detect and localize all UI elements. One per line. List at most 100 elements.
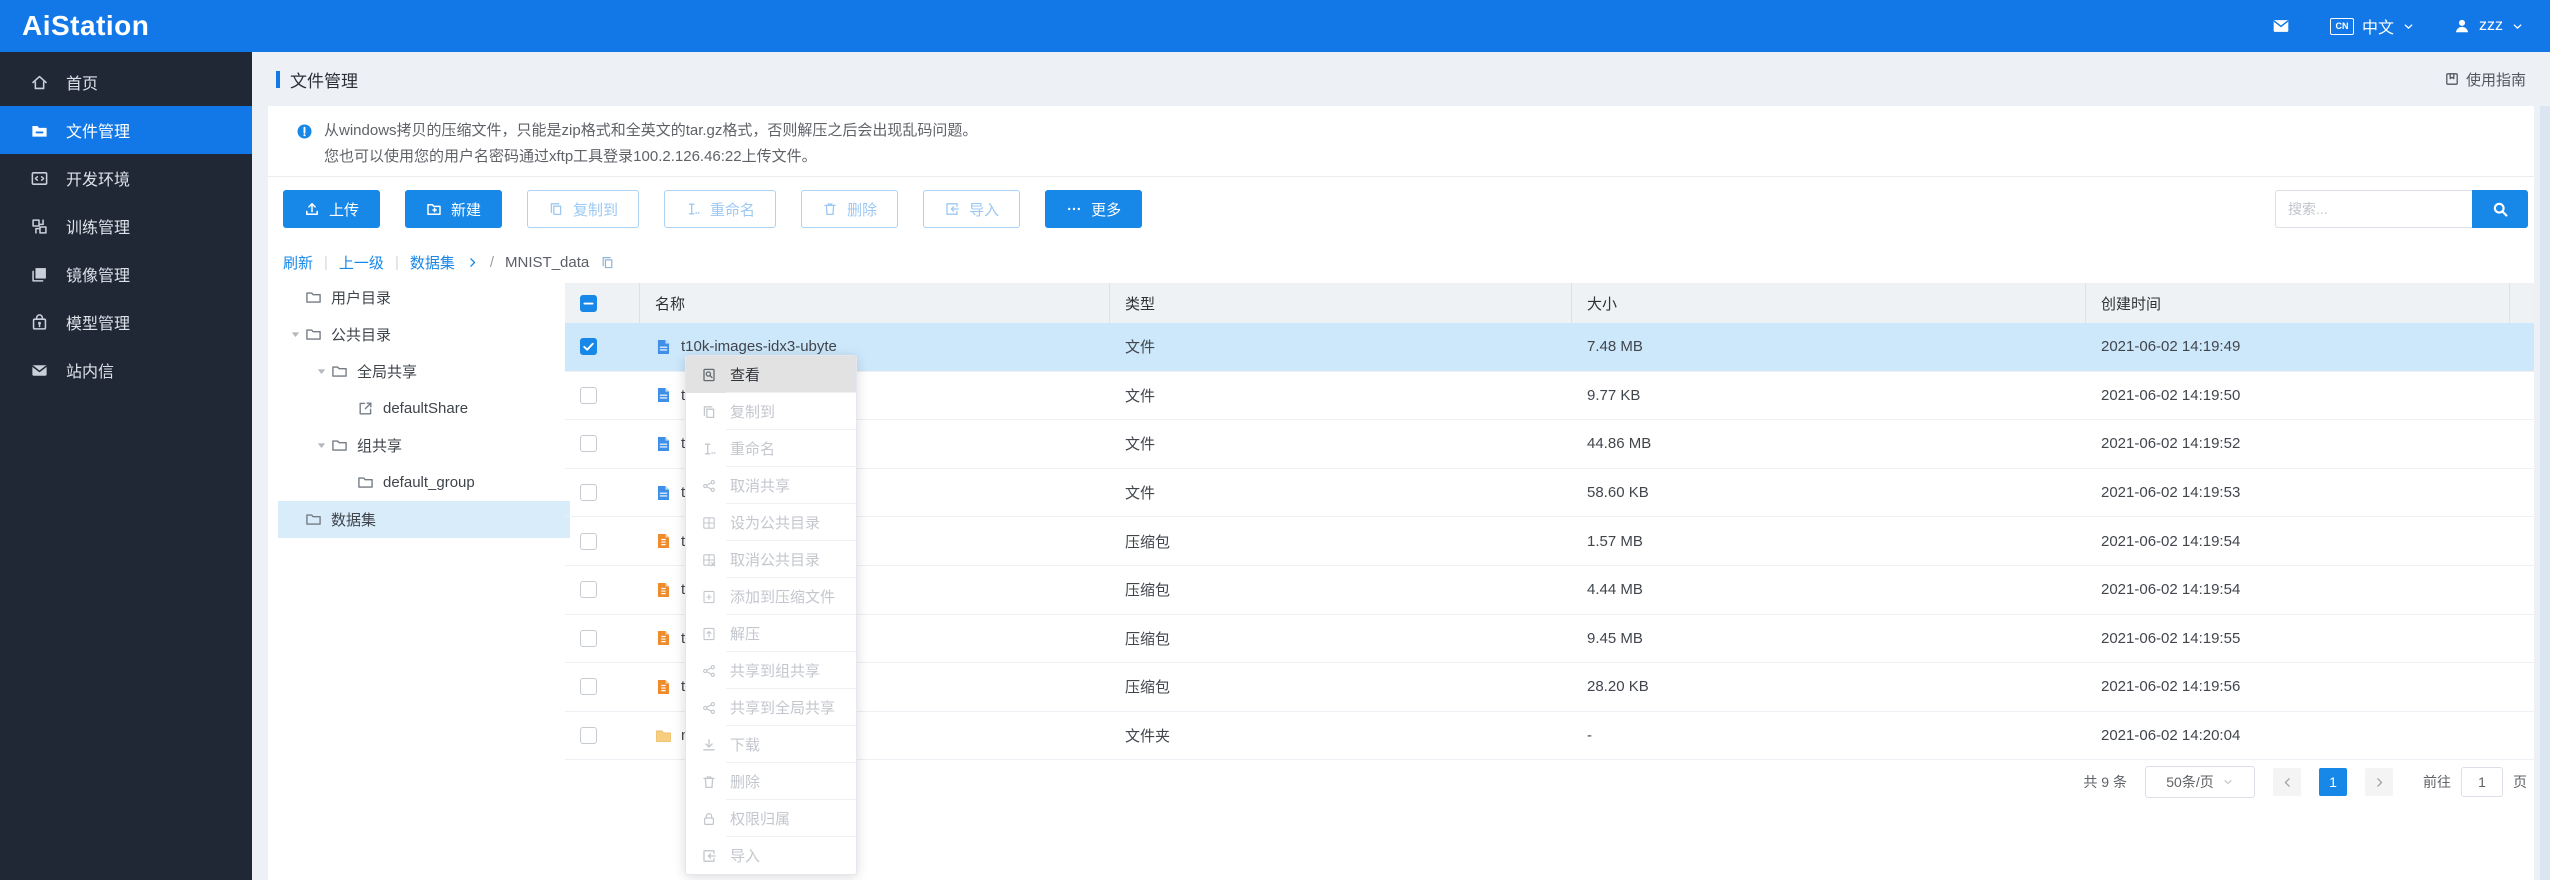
row-checkbox[interactable]: [580, 581, 597, 599]
row-checkbox[interactable]: [580, 532, 597, 550]
context-menu-item-13[interactable]: 导入: [686, 836, 856, 874]
table-row-7[interactable]: train压缩包28.20 KB2021-06-02 14:19:56: [565, 663, 2534, 712]
context-menu-item-12[interactable]: 权限归属: [686, 799, 856, 837]
table-row-2[interactable]: train文件44.86 MB2021-06-02 14:19:52: [565, 420, 2534, 469]
context-menu-item-2[interactable]: 重命名: [686, 429, 856, 467]
cell-size: 1.57 MB: [1587, 532, 1643, 550]
training-icon: [30, 217, 49, 236]
context-menu-item-6[interactable]: 添加到压缩文件: [686, 577, 856, 615]
sidebar-item-6[interactable]: 站内信: [0, 346, 252, 394]
file-archive-icon: [655, 532, 672, 550]
cell-size: 9.45 MB: [1587, 629, 1643, 647]
context-menu-item-10[interactable]: 下载: [686, 725, 856, 763]
row-checkbox[interactable]: [580, 338, 597, 356]
context-menu-item-8[interactable]: 共享到组共享: [686, 651, 856, 689]
sidebar-item-0[interactable]: 首页: [0, 58, 252, 106]
select-all-checkbox[interactable]: [580, 294, 597, 312]
user-menu[interactable]: zzz: [2453, 17, 2524, 35]
up-level-link[interactable]: 上一级: [339, 252, 384, 273]
context-menu: 查看复制到重命名 取消共享 设为公共目录 取消公共目录添加到压缩文件解压 共享到组共享共…: [685, 355, 857, 875]
context-menu-item-0[interactable]: 查看: [686, 356, 856, 393]
sidebar: 首页文件管理 开发环境 训练管理 镜像管理 模型管理 站内信: [0, 52, 252, 880]
menu-item-label: 删除: [730, 774, 761, 791]
row-checkbox[interactable]: [580, 629, 597, 647]
search-input[interactable]: [2275, 190, 2472, 228]
model-icon: [30, 313, 49, 332]
menu-item-label: 添加到压缩文件: [730, 589, 836, 606]
cell-type: 文件夹: [1125, 728, 1171, 746]
page-size-select[interactable]: 50条/页: [2145, 766, 2255, 798]
menu-download-icon: [701, 737, 717, 753]
prev-page-button[interactable]: [2273, 768, 2301, 796]
breadcrumb-separator: |: [394, 253, 399, 271]
sidebar-item-3[interactable]: 训练管理: [0, 202, 252, 250]
tree-item-1[interactable]: 公共目录: [278, 316, 570, 353]
new-folder-button[interactable]: 新建: [405, 190, 503, 228]
tree-item-label: 全局共享: [357, 364, 418, 381]
context-menu-item-1[interactable]: 复制到: [686, 392, 856, 430]
more-button[interactable]: 更多: [1045, 190, 1143, 228]
context-menu-item-7[interactable]: 解压: [686, 614, 856, 652]
table-row-4[interactable]: t10k压缩包1.57 MB2021-06-02 14:19:54: [565, 517, 2534, 566]
delete-button[interactable]: 删除: [801, 190, 899, 228]
context-menu-item-9[interactable]: 共享到全局共享: [686, 688, 856, 726]
menu-item-label: 查看: [730, 367, 761, 384]
context-menu-item-11[interactable]: 删除: [686, 762, 856, 800]
table-row-8[interactable]: mnis文件夹-2021-06-02 14:20:04: [565, 712, 2534, 761]
copy-path-icon[interactable]: [600, 255, 615, 270]
row-checkbox[interactable]: [580, 484, 597, 502]
row-checkbox[interactable]: [580, 678, 597, 696]
mail-icon[interactable]: [2270, 17, 2292, 35]
sidebar-item-1[interactable]: 文件管理: [0, 106, 252, 154]
menu-item-label: 权限归属: [730, 811, 791, 828]
table-row-5[interactable]: t10k压缩包4.44 MB2021-06-02 14:19:54: [565, 566, 2534, 615]
context-menu-item-4[interactable]: 设为公共目录: [686, 503, 856, 541]
page-number-button[interactable]: 1: [2319, 768, 2347, 796]
breadcrumb-root[interactable]: 数据集: [410, 252, 455, 273]
chevron-left-icon: [2281, 776, 2294, 789]
tree-item-4[interactable]: 组共享: [278, 427, 570, 464]
upload-button[interactable]: 上传: [283, 190, 381, 228]
goto-page-input[interactable]: [2461, 767, 2503, 797]
tree-item-0[interactable]: 用户目录: [278, 279, 570, 316]
next-page-button[interactable]: [2365, 768, 2393, 796]
copy-button[interactable]: 复制到: [527, 190, 640, 228]
page-scrollbar[interactable]: [2540, 106, 2550, 880]
tree-folder-icon: [305, 326, 322, 343]
caret-down-icon[interactable]: [312, 439, 331, 452]
row-checkbox[interactable]: [580, 727, 597, 745]
user-guide-link[interactable]: 使用指南: [2444, 69, 2526, 90]
sidebar-item-4[interactable]: 镜像管理: [0, 250, 252, 298]
row-checkbox[interactable]: [580, 435, 597, 453]
file-doc-icon: [655, 338, 672, 356]
table-row-6[interactable]: train压缩包9.45 MB2021-06-02 14:19:55: [565, 615, 2534, 664]
sidebar-item-2[interactable]: 开发环境: [0, 154, 252, 202]
import-button[interactable]: 导入: [923, 190, 1021, 228]
sidebar-item-label: 首页: [66, 76, 99, 93]
tree-item-6[interactable]: 数据集: [278, 501, 570, 538]
table-row-1[interactable]: t10k文件9.77 KB2021-06-02 14:19:50: [565, 372, 2534, 421]
table-row-0[interactable]: t10k-images-idx3-ubyte 文件 7.48 MB 2021-06-0…: [565, 323, 2534, 372]
user-avatar-icon: [2453, 17, 2471, 35]
table-row-3[interactable]: train文件58.60 KB2021-06-02 14:19:53: [565, 469, 2534, 518]
refresh-link[interactable]: 刷新: [283, 252, 313, 273]
tree-item-5[interactable]: default_group: [278, 464, 570, 501]
cell-created: 2021-06-02 14:19:56: [2101, 678, 2241, 696]
tree-item-label: 公共目录: [331, 327, 392, 344]
breadcrumb: 刷新 | 上一级 | 数据集 / MNIST_data: [283, 250, 615, 274]
copy-icon: [701, 404, 717, 420]
language-switcher[interactable]: CN 中文: [2329, 14, 2415, 38]
row-checkbox[interactable]: [580, 386, 597, 404]
tree-item-3[interactable]: defaultShare: [278, 390, 570, 427]
sidebar-item-5[interactable]: 模型管理: [0, 298, 252, 346]
menu-item-label: 复制到: [730, 404, 776, 421]
caret-down-icon[interactable]: [312, 365, 331, 378]
context-menu-item-3[interactable]: 取消共享: [686, 466, 856, 504]
import-icon: [944, 201, 960, 217]
app-window: AiStation CN 中文 zzz 首页 文件管理 开发环境 训练管理 镜像管理 模型…: [0, 0, 2550, 880]
rename-button[interactable]: 重命名: [664, 190, 777, 228]
tree-item-2[interactable]: 全局共享: [278, 353, 570, 390]
search-button[interactable]: [2472, 190, 2528, 228]
caret-down-icon[interactable]: [286, 328, 305, 341]
context-menu-item-5[interactable]: 取消公共目录: [686, 540, 856, 578]
